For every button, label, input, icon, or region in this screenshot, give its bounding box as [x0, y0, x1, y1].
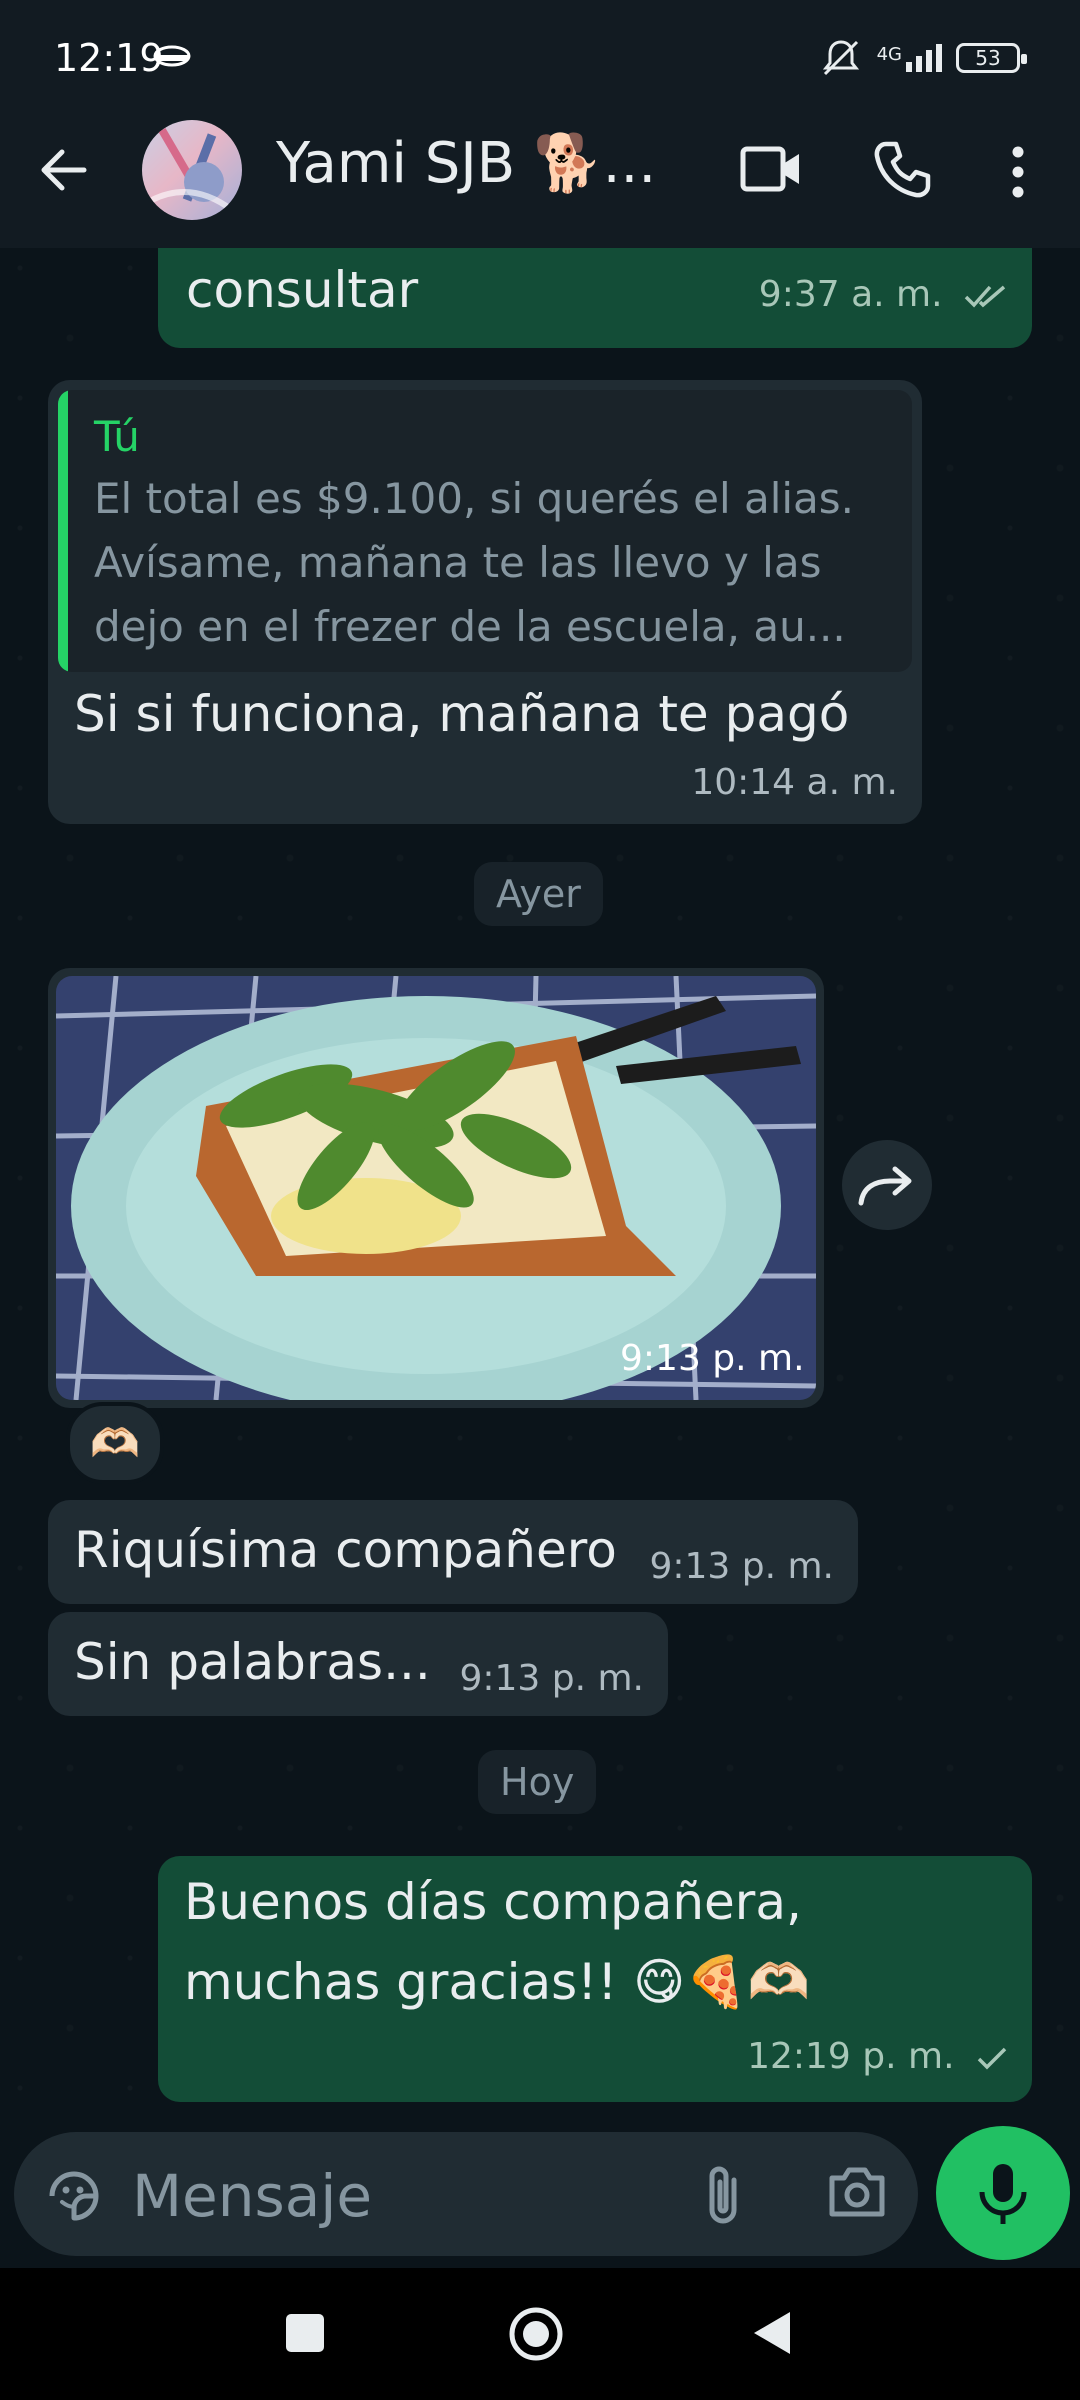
message-time: 12:19 p. m. — [747, 2036, 955, 2077]
contact-name[interactable]: Yami SJB 🐕... — [276, 130, 656, 196]
message-time: 9:37 a. m. — [758, 274, 943, 315]
date-separator: Ayer — [474, 862, 603, 926]
quote-accent-bar — [58, 390, 68, 672]
microphone-icon — [979, 2164, 1027, 2224]
message-incoming-image[interactable]: 9:13 p. m. — [48, 968, 824, 1408]
back-button[interactable] — [750, 2308, 794, 2358]
message-time: 9:13 p. m. — [620, 1338, 805, 1379]
status-bar: 12:19 4G 53 — [0, 0, 1080, 120]
message-outgoing[interactable]: Buenos días compañera, muchas gracias!! … — [158, 1856, 1032, 2102]
quote-author: Tú — [94, 412, 140, 461]
date-separator: Hoy — [478, 1750, 597, 1814]
message-meta: 12:19 p. m. — [747, 2036, 1008, 2077]
mic-button[interactable] — [936, 2126, 1070, 2260]
message-incoming[interactable]: Riquísima compañero 9:13 p. m. — [48, 1500, 858, 1604]
battery-icon: 53 — [956, 43, 1027, 73]
message-outgoing[interactable]: consultar 9:37 a. m. — [158, 248, 1032, 348]
message-text-line: Buenos días compañera, — [184, 1873, 802, 1931]
camera-icon[interactable] — [826, 2164, 888, 2220]
eye-icon — [153, 45, 191, 67]
forward-button[interactable] — [842, 1140, 932, 1230]
message-text: Si si funciona, mañana te pagó — [74, 685, 850, 743]
video-camera-icon[interactable] — [740, 144, 802, 194]
message-text: Sin palabras... — [74, 1633, 431, 1691]
home-button[interactable] — [508, 2306, 564, 2362]
forward-icon — [858, 1166, 912, 1206]
quote-text-line: dejo en el frezer de la escuela, au... — [94, 602, 846, 651]
message-image[interactable] — [56, 976, 816, 1400]
message-time: 9:13 p. m. — [459, 1658, 644, 1699]
network-type: 4G — [876, 44, 902, 65]
message-time: 9:13 p. m. — [649, 1546, 834, 1587]
phone-icon[interactable] — [872, 140, 932, 200]
status-time: 12:19 — [54, 36, 164, 80]
single-check-icon — [977, 2047, 1007, 2070]
message-text-line: muchas gracias!! 😋🍕🫶🏻 — [184, 1953, 810, 2011]
message-meta: 9:37 a. m. — [759, 274, 1008, 315]
status-icons: 4G 53 — [819, 36, 1027, 80]
arrow-left-icon[interactable] — [36, 142, 92, 198]
message-input[interactable] — [130, 2150, 674, 2242]
quote-text-line: El total es $9.100, si querés el alias. — [94, 474, 855, 523]
mute-bell-icon — [822, 40, 859, 76]
chat-area[interactable]: consultar 9:37 a. m. Tú El total es $9.1… — [0, 248, 1080, 2128]
message-incoming[interactable]: Sin palabras... 9:13 p. m. — [48, 1612, 668, 1716]
more-vertical-icon[interactable] — [1000, 144, 1036, 200]
message-text: Riquísima compañero — [74, 1521, 617, 1579]
reaction-badge[interactable]: 🫶🏻 — [66, 1402, 164, 1484]
quote-text-line: Avísame, mañana te las llevo y las — [94, 538, 822, 587]
signal-icon: 4G — [877, 44, 942, 72]
recents-button[interactable] — [286, 2314, 324, 2352]
paperclip-icon[interactable] — [700, 2162, 746, 2228]
message-text: consultar — [186, 261, 419, 319]
double-check-icon — [964, 285, 1006, 308]
message-incoming-reply[interactable]: Tú El total es $9.100, si querés el alia… — [48, 380, 922, 824]
battery-level: 53 — [975, 46, 1001, 70]
avatar[interactable] — [142, 120, 242, 220]
sticker-icon[interactable] — [44, 2166, 104, 2226]
message-time: 10:14 a. m. — [691, 762, 898, 803]
quoted-message[interactable]: Tú El total es $9.100, si querés el alia… — [58, 390, 912, 672]
